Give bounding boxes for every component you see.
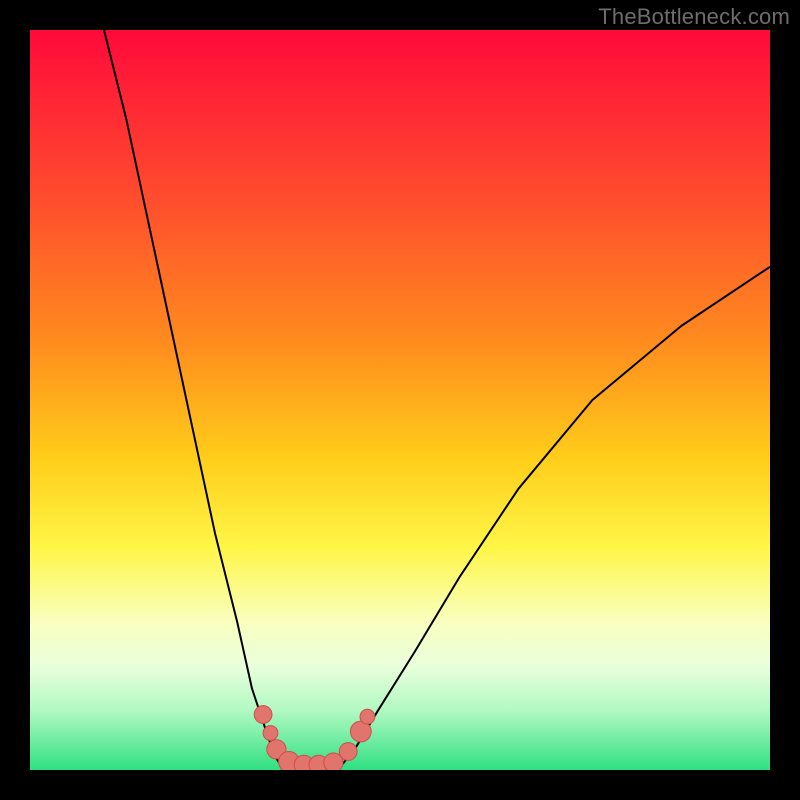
watermark-text: TheBottleneck.com bbox=[598, 4, 790, 30]
highlight-point bbox=[254, 706, 272, 724]
bottleneck-curve bbox=[104, 30, 770, 769]
highlight-point bbox=[339, 743, 357, 761]
highlight-points-group bbox=[254, 706, 375, 770]
highlight-point bbox=[263, 726, 278, 741]
chart-frame: TheBottleneck.com bbox=[0, 0, 800, 800]
chart-plot-area bbox=[30, 30, 770, 770]
highlight-point bbox=[360, 709, 375, 724]
chart-svg bbox=[30, 30, 770, 770]
